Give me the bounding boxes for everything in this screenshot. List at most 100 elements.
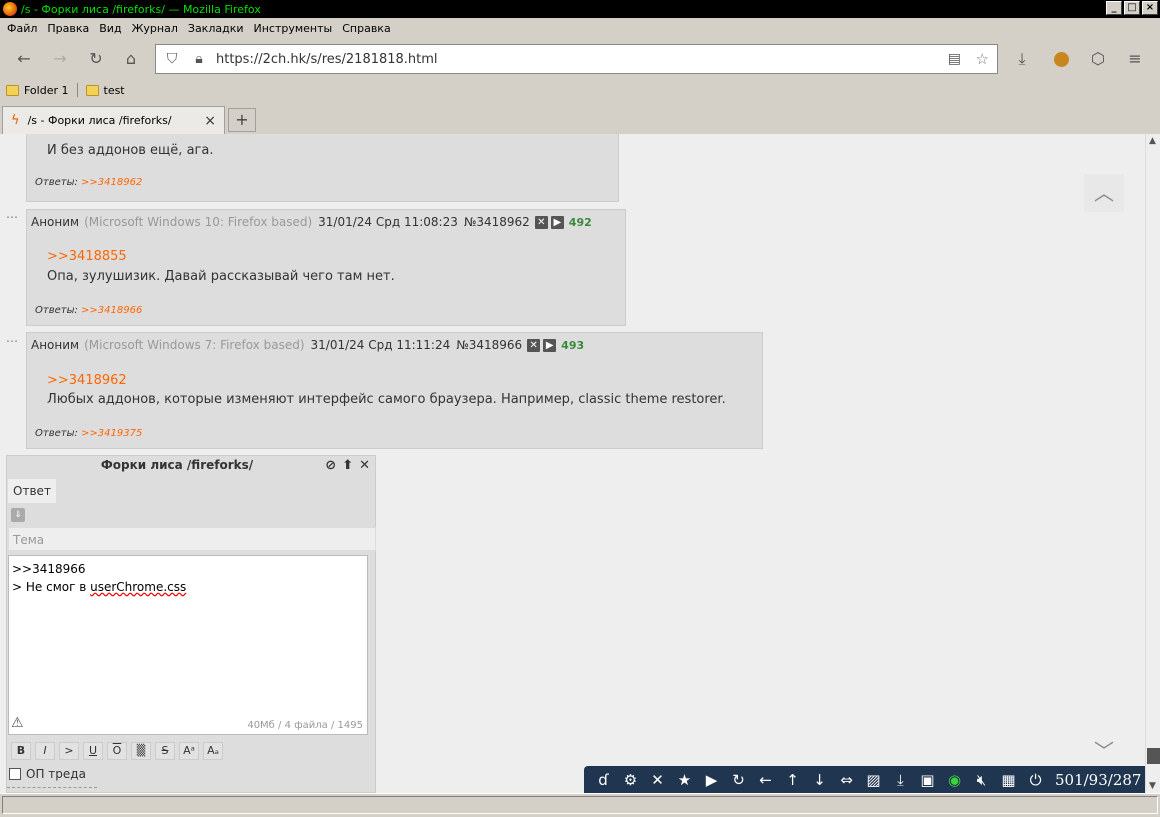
scroll-up-arrow-icon[interactable]: ▲ bbox=[1149, 136, 1156, 146]
grid-icon[interactable]: ▦ bbox=[995, 771, 1022, 789]
post-date: 31/01/24 Срд 11:08:23 bbox=[318, 215, 458, 229]
bookmark-star-icon[interactable]: ☆ bbox=[976, 50, 989, 68]
warning-triangle-icon[interactable]: ⚠︎ bbox=[11, 715, 24, 731]
italic-button[interactable]: I bbox=[35, 742, 55, 760]
subscript-button[interactable]: Aₐ bbox=[203, 742, 223, 760]
url-text[interactable]: https://2ch.hk/s/res/2181818.html bbox=[216, 52, 438, 67]
extension-monkey-icon[interactable] bbox=[1050, 48, 1072, 70]
window-titlebar: /s - Форки лиса /fireforks/ — Mozilla Fi… bbox=[0, 0, 1160, 18]
tab-active[interactable]: ϟ /s - Форки лиса /fireforks/ × bbox=[2, 106, 225, 134]
menu-view[interactable]: Вид bbox=[94, 22, 126, 35]
reader-view-icon[interactable]: ▤ bbox=[948, 51, 961, 67]
reply-link[interactable]: >>3419375 bbox=[81, 428, 142, 439]
scroll-up-button[interactable]: ︿ bbox=[1084, 174, 1124, 212]
reply-link[interactable]: >>3418966 bbox=[81, 305, 142, 316]
shield-icon[interactable]: ⛉ bbox=[161, 51, 183, 67]
settings-gear-icon[interactable]: ⚙ bbox=[617, 771, 644, 789]
quote-link[interactable]: >>3418962 bbox=[47, 373, 127, 388]
expand-post-icon[interactable]: ▶ bbox=[543, 338, 557, 352]
post-os: (Microsoft Windows 10: Firefox based) bbox=[84, 215, 313, 229]
status-bar bbox=[0, 793, 1160, 817]
bookmark-separator bbox=[76, 83, 78, 97]
lightning-favicon-icon: ϟ bbox=[11, 113, 20, 128]
close-tab-icon[interactable]: × bbox=[204, 113, 216, 129]
post-replies: Ответы: >>3419375 bbox=[35, 428, 143, 439]
reply-line: >>3418966 bbox=[12, 562, 86, 576]
spoiler-button[interactable]: ▒ bbox=[131, 742, 151, 760]
underline-button[interactable]: U bbox=[83, 742, 103, 760]
menu-history[interactable]: Журнал bbox=[127, 22, 183, 35]
misspelled-word: userChrome.css bbox=[90, 580, 187, 594]
bookmark-folder-1[interactable]: Folder 1 bbox=[6, 84, 69, 97]
reply-link[interactable]: >>3418962 bbox=[81, 177, 142, 188]
scrollbar-thumb[interactable] bbox=[1147, 748, 1160, 764]
post: Аноним (Microsoft Windows 10: Firefox ba… bbox=[26, 209, 626, 326]
op-checkbox-row[interactable]: ОП треда bbox=[9, 767, 86, 781]
bold-button[interactable]: B bbox=[11, 742, 31, 760]
pin-up-icon[interactable]: ⬆ bbox=[342, 458, 353, 473]
reply-textarea[interactable]: >>3418966 > Не смог в userChrome.css bbox=[8, 555, 368, 735]
menu-file[interactable]: Файл bbox=[2, 22, 42, 35]
vertical-scrollbar[interactable]: ▲ ▼ bbox=[1145, 134, 1160, 793]
arrow-down-icon[interactable]: ↓ bbox=[806, 771, 833, 789]
close-window-button[interactable]: × bbox=[1142, 1, 1158, 15]
block-icon[interactable]: ⊘ bbox=[325, 458, 336, 473]
home-icon[interactable]: ⌂ bbox=[120, 48, 142, 70]
minimize-button[interactable]: _ bbox=[1106, 1, 1122, 15]
post-menu-dots-icon[interactable]: ⋯ bbox=[6, 210, 19, 224]
close-form-icon[interactable]: ✕ bbox=[359, 458, 370, 473]
expand-images-icon[interactable]: ⇔ bbox=[833, 771, 860, 789]
menu-edit[interactable]: Правка bbox=[42, 22, 94, 35]
quote-link[interactable]: >>3418855 bbox=[47, 249, 127, 264]
download-images-icon[interactable]: ⤓ bbox=[887, 771, 914, 789]
attach-icon[interactable]: ⇓ bbox=[11, 508, 25, 522]
folder-icon bbox=[6, 84, 19, 96]
forward-arrow-icon[interactable]: → bbox=[49, 48, 71, 70]
post-text: Опа, зулушизик. Давай рассказывай чего т… bbox=[47, 269, 395, 284]
post-count: 492 bbox=[568, 215, 592, 229]
scroll-down-button[interactable]: ﹀ bbox=[1084, 732, 1124, 770]
hide-post-icon[interactable]: ✕ bbox=[534, 215, 548, 229]
navigation-toolbar: ← → ↻ ⌂ ⛉ 🔒︎ https://2ch.hk/s/res/218181… bbox=[0, 40, 1160, 78]
favorites-star-icon[interactable]: ★ bbox=[671, 771, 698, 789]
reply-tab[interactable]: Ответ bbox=[8, 479, 56, 503]
mask-images-icon[interactable]: ▨ bbox=[860, 771, 887, 789]
menu-help[interactable]: Справка bbox=[337, 22, 395, 35]
extensions-icon[interactable]: ⬡ bbox=[1087, 48, 1109, 70]
hidden-posts-icon[interactable]: ✕ bbox=[644, 771, 671, 789]
expand-post-icon[interactable]: ▶ bbox=[550, 215, 564, 229]
reload-icon[interactable]: ↻ bbox=[85, 48, 107, 70]
bookmark-folder-test[interactable]: test bbox=[85, 84, 125, 97]
scroll-down-arrow-icon[interactable]: ▼ bbox=[1149, 781, 1156, 791]
download-icon[interactable]: ⤓ bbox=[1011, 48, 1033, 70]
menu-tools[interactable]: Инструменты bbox=[249, 22, 338, 35]
url-bar[interactable]: ⛉ 🔒︎ https://2ch.hk/s/res/2181818.html ▤… bbox=[155, 44, 998, 74]
quote-button[interactable]: > bbox=[59, 742, 79, 760]
eye-icon[interactable]: ◉ bbox=[941, 771, 968, 789]
back-arrow-icon[interactable]: ← bbox=[13, 48, 35, 70]
maximize-button[interactable]: □ bbox=[1124, 1, 1140, 15]
post-text: Любых аддонов, которые изменяют интерфей… bbox=[47, 392, 726, 407]
strike-button[interactable]: S bbox=[155, 742, 175, 760]
post-number[interactable]: №3418962 bbox=[464, 215, 530, 229]
new-tab-button[interactable]: + bbox=[228, 108, 256, 132]
subject-input[interactable]: Тема bbox=[8, 527, 376, 551]
superscript-button[interactable]: Aᵃ bbox=[179, 742, 199, 760]
refresh-icon[interactable]: ↻ bbox=[725, 771, 752, 789]
dollchan-logo-icon[interactable]: ɗ bbox=[590, 771, 617, 789]
op-checkbox[interactable] bbox=[9, 768, 21, 780]
overline-button[interactable]: O bbox=[107, 742, 127, 760]
arrow-up-icon[interactable]: ↑ bbox=[779, 771, 806, 789]
video-play-icon[interactable]: ▶ bbox=[698, 771, 725, 789]
arrow-left-icon[interactable]: ← bbox=[752, 771, 779, 789]
save-thread-icon[interactable]: ▣ bbox=[914, 771, 941, 789]
post-replies: Ответы: >>3418962 bbox=[35, 177, 143, 188]
hide-post-icon[interactable]: ✕ bbox=[527, 338, 541, 352]
mute-icon[interactable]: 🔇︎ bbox=[968, 771, 995, 789]
lock-icon[interactable]: 🔒︎ bbox=[188, 51, 210, 67]
menu-bookmarks[interactable]: Закладки bbox=[183, 22, 249, 35]
power-icon[interactable]: ⏻ bbox=[1022, 771, 1049, 789]
post-menu-dots-icon[interactable]: ⋯ bbox=[6, 334, 19, 348]
hamburger-menu-icon[interactable]: ≡ bbox=[1124, 48, 1146, 70]
post-number[interactable]: №3418966 bbox=[456, 338, 522, 352]
